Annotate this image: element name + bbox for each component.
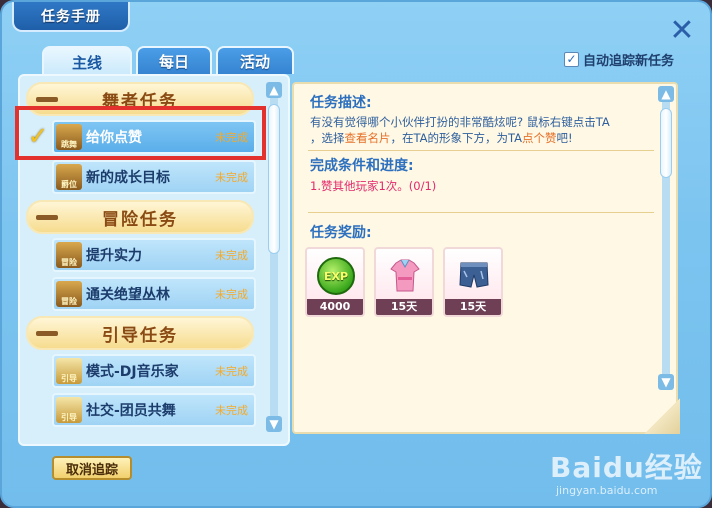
watermark-url: jingyan.baidu.com	[556, 484, 658, 497]
scroll-up-icon[interactable]: ▲	[658, 86, 674, 102]
description-text: 有没有觉得哪个小伙伴打扮的非常酷炫呢? 鼠标右键点击TA ，选择查看名片，在TA…	[310, 114, 652, 146]
tab-daily[interactable]: 每日	[136, 46, 212, 74]
category-label: 冒险任务	[102, 209, 178, 230]
crown-badge-icon: 爵位	[56, 164, 82, 190]
denim-shorts-icon	[459, 262, 489, 288]
quest-name: 提升实力	[86, 248, 142, 264]
watermark-brand: Baidu经验	[550, 451, 703, 484]
scroll-down-icon[interactable]: ▼	[266, 416, 282, 432]
quest-handbook-window: 任务手册 ✕ 主线 每日 活动 ✓ 自动追踪新任务 舞者任务 跳舞 给你点赞 未…	[0, 0, 712, 508]
quest-row-power[interactable]: 冒险 提升实力 未完成	[52, 238, 256, 272]
reward-item-shorts[interactable]: 15天	[443, 247, 503, 317]
scroll-down-icon[interactable]: ▼	[658, 374, 674, 390]
page-curl-decoration	[644, 398, 680, 434]
auto-track-toggle[interactable]: ✓ 自动追踪新任务	[564, 50, 675, 69]
detail-scrollbar[interactable]: ▲ ▼	[656, 86, 676, 390]
description-title: 任务描述:	[310, 95, 372, 111]
guide-bulb-icon: 引导	[56, 397, 82, 423]
window-title: 任务手册	[12, 2, 130, 32]
tab-event[interactable]: 活动	[216, 46, 294, 74]
quest-status: 未完成	[215, 404, 248, 417]
collapse-dash-icon	[36, 331, 58, 336]
quest-row-social[interactable]: 引导 社交-团员共舞 未完成	[52, 393, 256, 427]
quest-row-dj[interactable]: 引导 模式-DJ音乐家 未完成	[52, 354, 256, 388]
pink-top-icon	[390, 259, 420, 292]
scroll-thumb[interactable]	[268, 104, 280, 254]
adventure-chest-icon: 冒险	[56, 281, 82, 307]
progress-title: 完成条件和进度:	[310, 158, 414, 174]
quest-status: 未完成	[215, 288, 248, 301]
category-header-adventure[interactable]: 冒险任务	[26, 200, 254, 234]
category-label: 引导任务	[102, 325, 178, 346]
tab-main[interactable]: 主线	[42, 46, 132, 76]
scroll-up-icon[interactable]: ▲	[266, 82, 282, 98]
quest-row-jungle[interactable]: 冒险 通关绝望丛林 未完成	[52, 277, 256, 311]
quest-status: 未完成	[215, 249, 248, 262]
reward-title: 任务奖励:	[310, 225, 372, 241]
progress-text: 1.赞其他玩家1次。(0/1)	[310, 179, 437, 193]
category-header-guide[interactable]: 引导任务	[26, 316, 254, 350]
quest-name: 新的成长目标	[86, 170, 170, 186]
quest-status: 未完成	[215, 365, 248, 378]
cancel-track-button[interactable]: 取消追踪	[52, 456, 132, 480]
auto-track-checkbox[interactable]: ✓	[564, 51, 579, 67]
reward-amount: 4000	[307, 299, 363, 315]
quest-status: 未完成	[215, 171, 248, 184]
description-line-2: ，选择查看名片，在TA的形象下方，为TA点个赞吧!	[310, 131, 573, 145]
divider	[308, 150, 654, 151]
watermark: Baidu经验 jingyan.baidu.com	[550, 446, 710, 506]
collapse-dash-icon	[36, 97, 58, 102]
auto-track-label: 自动追踪新任务	[583, 53, 675, 69]
reward-duration: 15天	[376, 299, 432, 315]
divider	[308, 212, 654, 213]
reward-item-top[interactable]: 15天	[374, 247, 434, 317]
selection-highlight	[15, 106, 266, 160]
quest-name: 通关绝望丛林	[86, 287, 170, 303]
collapse-dash-icon	[36, 215, 58, 220]
description-line-1: 有没有觉得哪个小伙伴打扮的非常酷炫呢? 鼠标右键点击TA	[310, 115, 610, 129]
quest-list-scrollbar[interactable]: ▲ ▼	[264, 82, 284, 432]
quest-row-growth[interactable]: 爵位 新的成长目标 未完成	[52, 160, 256, 194]
exp-orb-icon: EXP	[317, 257, 355, 295]
adventure-chest-icon: 冒险	[56, 242, 82, 268]
guide-bulb-icon: 引导	[56, 358, 82, 384]
scroll-thumb[interactable]	[660, 108, 672, 178]
close-icon[interactable]: ✕	[666, 13, 698, 48]
quest-name: 模式-DJ音乐家	[86, 364, 179, 380]
reward-duration: 15天	[445, 299, 501, 315]
quest-tabs: 主线 每日 活动	[42, 46, 294, 76]
reward-item-exp[interactable]: EXP 4000	[305, 247, 365, 317]
quest-name: 社交-团员共舞	[86, 403, 176, 419]
